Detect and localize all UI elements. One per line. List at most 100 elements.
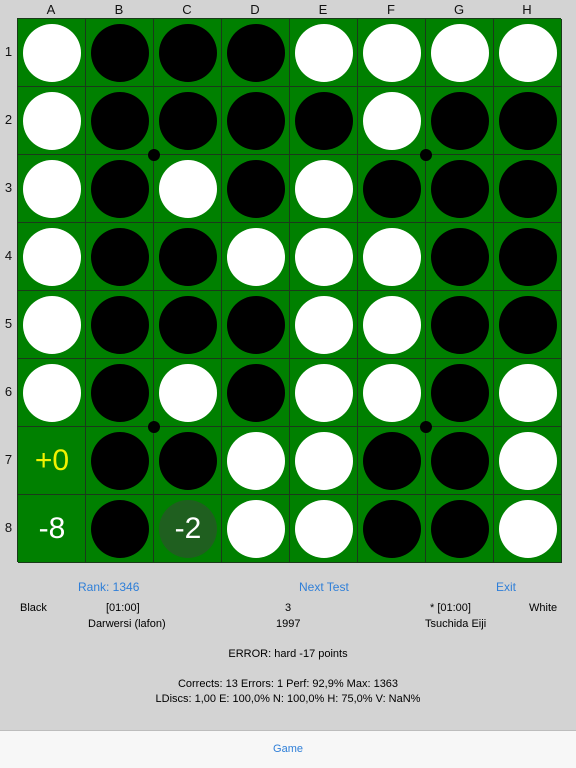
board-cell-c3[interactable] xyxy=(154,155,222,223)
board-cell-g2[interactable] xyxy=(426,87,494,155)
board-cell-h2[interactable] xyxy=(494,87,562,155)
white-disc xyxy=(23,24,81,82)
board-cell-a1[interactable] xyxy=(18,19,86,87)
black-disc xyxy=(159,24,217,82)
black-disc xyxy=(91,92,149,150)
board-cell-h5[interactable] xyxy=(494,291,562,359)
tab-game[interactable]: Game xyxy=(0,743,576,755)
move-evaluation: -2 xyxy=(174,512,202,545)
board-cell-g8[interactable] xyxy=(426,495,494,563)
tab-bar: Game xyxy=(0,730,576,768)
board-cell-c4[interactable] xyxy=(154,223,222,291)
board-cell-b5[interactable] xyxy=(86,291,154,359)
board-cell-g1[interactable] xyxy=(426,19,494,87)
othello-board[interactable]: +0 -8 -2 xyxy=(17,18,562,563)
board-cell-f2[interactable] xyxy=(358,87,426,155)
white-disc xyxy=(227,228,285,286)
board-cell-a7[interactable]: +0 xyxy=(18,427,86,495)
board-cell-e6[interactable] xyxy=(290,359,358,427)
board-cell-e4[interactable] xyxy=(290,223,358,291)
board-cell-g5[interactable] xyxy=(426,291,494,359)
exit-button[interactable]: Exit xyxy=(496,580,516,594)
board-cell-a4[interactable] xyxy=(18,223,86,291)
board-cell-h6[interactable] xyxy=(494,359,562,427)
white-disc xyxy=(295,296,353,354)
white-disc xyxy=(23,296,81,354)
board-cell-e7[interactable] xyxy=(290,427,358,495)
row-label-6: 6 xyxy=(4,384,13,399)
black-disc xyxy=(227,364,285,422)
board-cell-d8[interactable] xyxy=(222,495,290,563)
board-cell-d7[interactable] xyxy=(222,427,290,495)
board-cell-a5[interactable] xyxy=(18,291,86,359)
white-time: * [01:00] xyxy=(430,602,471,614)
board-cell-d4[interactable] xyxy=(222,223,290,291)
black-disc xyxy=(363,432,421,490)
board-cell-b3[interactable] xyxy=(86,155,154,223)
row-label-8: 8 xyxy=(4,520,13,535)
rank-link[interactable]: Rank: 1346 xyxy=(78,580,139,594)
black-disc xyxy=(159,432,217,490)
board-cell-h7[interactable] xyxy=(494,427,562,495)
board-cell-c7[interactable] xyxy=(154,427,222,495)
board-cell-f5[interactable] xyxy=(358,291,426,359)
board-cell-b7[interactable] xyxy=(86,427,154,495)
next-test-button[interactable]: Next Test xyxy=(299,580,349,594)
board-cell-c8[interactable]: -2 xyxy=(154,495,222,563)
white-disc xyxy=(295,432,353,490)
board-cell-f6[interactable] xyxy=(358,359,426,427)
board-cell-g3[interactable] xyxy=(426,155,494,223)
board-cell-b1[interactable] xyxy=(86,19,154,87)
board-cell-g7[interactable] xyxy=(426,427,494,495)
board-star-point xyxy=(420,421,432,433)
board-cell-g4[interactable] xyxy=(426,223,494,291)
board-cell-d6[interactable] xyxy=(222,359,290,427)
board-cell-b8[interactable] xyxy=(86,495,154,563)
board-cell-h8[interactable] xyxy=(494,495,562,563)
board-cell-h4[interactable] xyxy=(494,223,562,291)
board-cell-e8[interactable] xyxy=(290,495,358,563)
board-cell-c6[interactable] xyxy=(154,359,222,427)
stats-line-1: Corrects: 13 Errors: 1 Perf: 92,9% Max: … xyxy=(177,678,399,690)
white-disc xyxy=(295,24,353,82)
board-cell-d1[interactable] xyxy=(222,19,290,87)
black-disc xyxy=(431,296,489,354)
board-cell-f7[interactable] xyxy=(358,427,426,495)
board-cell-d3[interactable] xyxy=(222,155,290,223)
board-cell-e2[interactable] xyxy=(290,87,358,155)
board-cell-f3[interactable] xyxy=(358,155,426,223)
black-disc xyxy=(91,364,149,422)
row-label-2: 2 xyxy=(4,112,13,127)
column-label-c: C xyxy=(182,2,192,17)
black-disc xyxy=(499,296,557,354)
board-cell-c2[interactable] xyxy=(154,87,222,155)
board-cell-d2[interactable] xyxy=(222,87,290,155)
white-player-name: Tsuchida Eiji xyxy=(425,618,487,630)
board-cell-g6[interactable] xyxy=(426,359,494,427)
board-cell-b4[interactable] xyxy=(86,223,154,291)
board-cell-h3[interactable] xyxy=(494,155,562,223)
board-cell-e5[interactable] xyxy=(290,291,358,359)
white-disc xyxy=(499,500,557,558)
board-cell-a2[interactable] xyxy=(18,87,86,155)
black-player-name: Darwersi (lafon) xyxy=(88,618,166,630)
board-cell-e1[interactable] xyxy=(290,19,358,87)
board-cell-f1[interactable] xyxy=(358,19,426,87)
board-cell-f8[interactable] xyxy=(358,495,426,563)
black-disc xyxy=(431,228,489,286)
row-label-5: 5 xyxy=(4,316,13,331)
board-cell-a3[interactable] xyxy=(18,155,86,223)
board-cell-f4[interactable] xyxy=(358,223,426,291)
black-disc xyxy=(499,92,557,150)
board-cell-a8[interactable]: -8 xyxy=(18,495,86,563)
board-cell-e3[interactable] xyxy=(290,155,358,223)
black-disc xyxy=(499,160,557,218)
board-cell-b2[interactable] xyxy=(86,87,154,155)
move-evaluation: -8 xyxy=(38,512,66,545)
board-cell-b6[interactable] xyxy=(86,359,154,427)
board-cell-h1[interactable] xyxy=(494,19,562,87)
board-cell-a6[interactable] xyxy=(18,359,86,427)
board-cell-c5[interactable] xyxy=(154,291,222,359)
board-cell-d5[interactable] xyxy=(222,291,290,359)
board-cell-c1[interactable] xyxy=(154,19,222,87)
